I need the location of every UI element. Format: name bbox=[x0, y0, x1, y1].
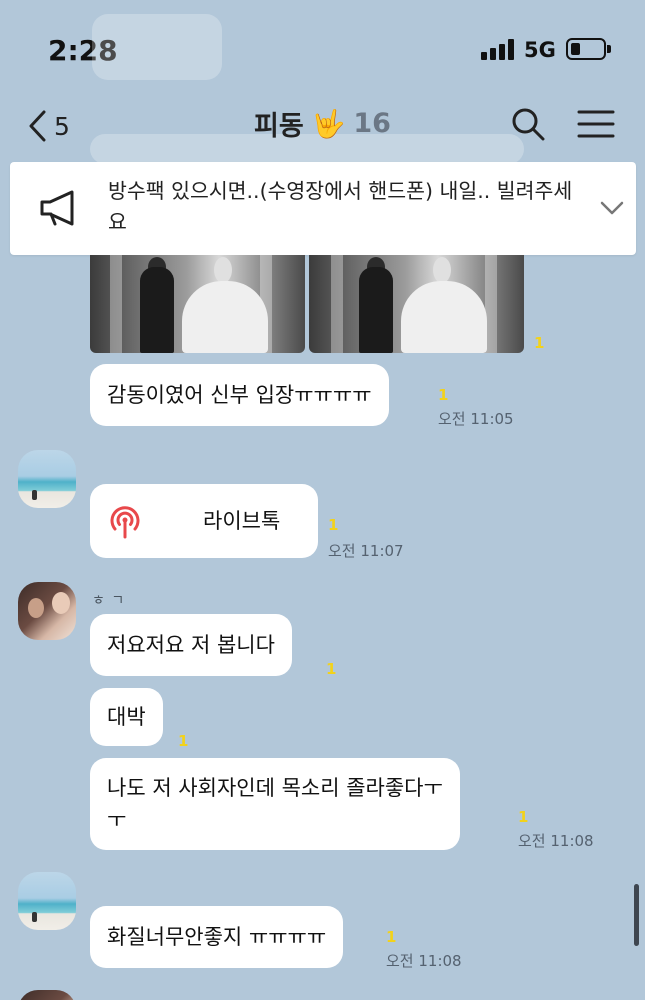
message-bubble[interactable]: 대박 bbox=[90, 688, 163, 746]
network-type: 5G bbox=[524, 38, 556, 62]
megaphone-icon bbox=[40, 190, 74, 226]
back-count: 5 bbox=[54, 111, 70, 141]
member-count: 16 bbox=[353, 108, 391, 139]
signal-icon bbox=[481, 38, 517, 60]
wedding-photo[interactable] bbox=[309, 255, 524, 353]
wedding-photo[interactable] bbox=[90, 255, 305, 353]
menu-icon bbox=[577, 110, 615, 138]
livetalk-label: 라이브톡 bbox=[203, 509, 281, 533]
battery-tip bbox=[607, 45, 611, 53]
unread-count: 1 bbox=[518, 808, 529, 826]
message-bubble[interactable]: 나도 저 사회자인데 목소리 졸라좋다ㅜ ㅜ bbox=[90, 758, 460, 850]
faded-bubble bbox=[90, 134, 524, 164]
back-button[interactable]: 5 bbox=[26, 106, 86, 146]
unread-count: 1 bbox=[326, 660, 337, 678]
scrollbar[interactable] bbox=[634, 884, 639, 946]
unread-count: 1 bbox=[328, 516, 339, 534]
livetalk-bubble[interactable]: 라이브톡 bbox=[90, 484, 318, 558]
unread-count: 1 bbox=[386, 928, 397, 946]
message-bubble[interactable]: 화질너무안좋지 ㅠㅠㅠㅠ bbox=[90, 906, 344, 968]
unread-count: 1 bbox=[534, 334, 545, 352]
avatar[interactable] bbox=[18, 582, 76, 640]
message-text-line2: ㅜ bbox=[107, 808, 127, 832]
sender-name: ㅎ ㄱ bbox=[92, 593, 126, 609]
message-text: 저요저요 저 봅니다 bbox=[107, 633, 275, 657]
avatar[interactable] bbox=[18, 872, 76, 930]
message-time: 오전 11:08 bbox=[386, 952, 462, 970]
battery-icon bbox=[566, 38, 606, 60]
message-time: 오전 11:08 bbox=[518, 832, 594, 850]
avatar[interactable] bbox=[18, 990, 76, 1000]
title-emoji: 🤟 bbox=[311, 108, 346, 140]
message-time: 오전 11:07 bbox=[328, 542, 404, 560]
menu-button[interactable] bbox=[576, 104, 616, 144]
message-bubble[interactable]: 감동이였어 신부 입장ㅠㅠㅠㅠ bbox=[90, 364, 389, 426]
chevron-down-icon[interactable] bbox=[598, 196, 626, 220]
message-text: 대박 bbox=[107, 705, 146, 729]
message-text: 화질너무안좋지 ㅠㅠㅠㅠ bbox=[107, 925, 327, 949]
chat-title: 피동 bbox=[254, 111, 304, 142]
message-time: 오전 11:05 bbox=[438, 410, 514, 428]
search-button[interactable] bbox=[508, 104, 548, 144]
live-broadcast-icon bbox=[110, 506, 140, 539]
chevron-left-icon bbox=[29, 110, 46, 142]
notice-banner[interactable]: 방수팩 있으시면..(수영장에서 핸드폰) 내일.. 빌려주세요 bbox=[10, 162, 636, 255]
search-icon bbox=[512, 108, 545, 141]
message-text: 감동이였어 신부 입장ㅠㅠㅠㅠ bbox=[107, 383, 372, 407]
message-text-line1: 나도 저 사회자인데 목소리 졸라좋다ㅜ bbox=[107, 776, 443, 800]
message-bubble[interactable]: 저요저요 저 봅니다 bbox=[90, 614, 292, 676]
avatar[interactable] bbox=[18, 450, 76, 508]
faded-bubble bbox=[92, 14, 222, 80]
unread-count: 1 bbox=[178, 732, 189, 750]
unread-count: 1 bbox=[438, 386, 449, 404]
notice-text: 방수팩 있으시면..(수영장에서 핸드폰) 내일.. 빌려주세요 bbox=[108, 179, 573, 234]
photo-message[interactable] bbox=[90, 255, 524, 353]
